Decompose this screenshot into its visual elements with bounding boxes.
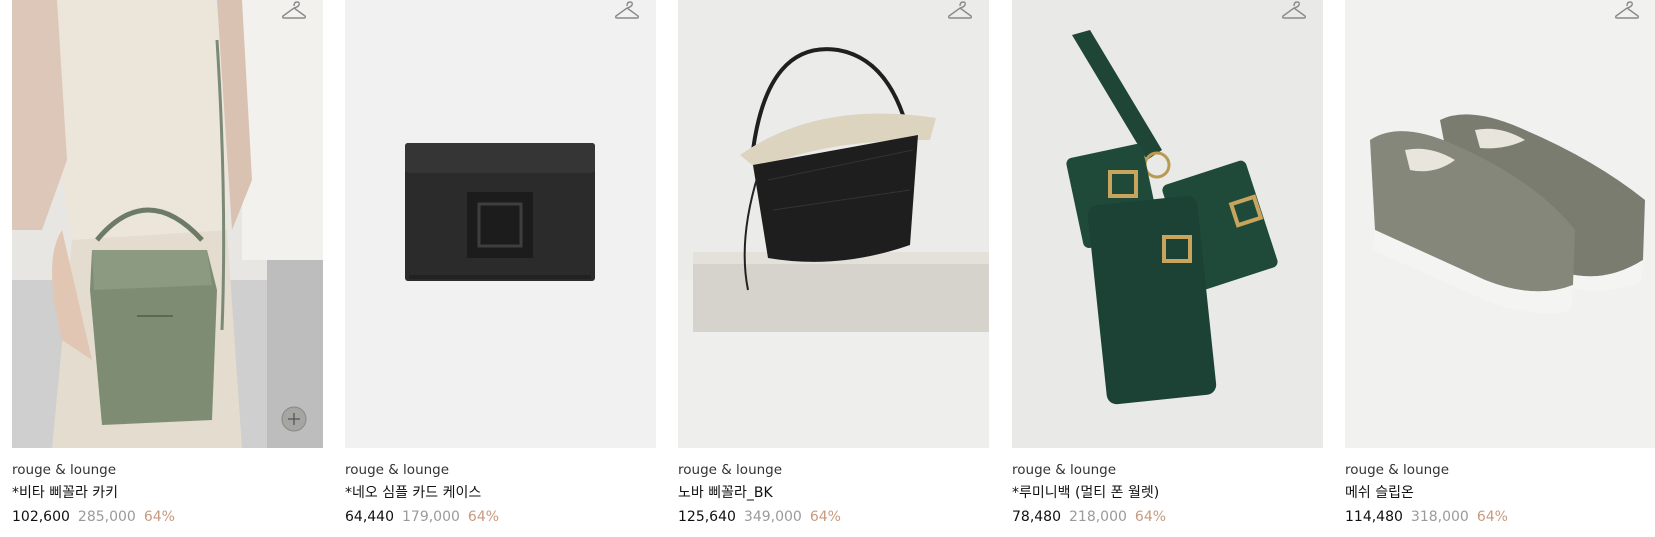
discount-rate: 64%	[467, 509, 500, 525]
sale-price: 64,440	[345, 509, 394, 525]
discount-rate: 64%	[143, 509, 175, 525]
price-row: 125,640 349,000 64%	[678, 507, 989, 528]
product-image[interactable]	[345, 0, 656, 448]
product-brand[interactable]: rouge & lounge	[1345, 460, 1655, 480]
hanger-icon[interactable]	[1614, 0, 1640, 22]
price-row: 78,480 218,000 64%	[1012, 507, 1323, 528]
price-row: 102,600 285,000 64%	[12, 507, 323, 528]
green-croc-multi-phone-wallet-image	[1012, 0, 1323, 448]
product-name[interactable]: 노바 삐꼴라_BK	[678, 483, 989, 504]
discount-rate: 64%	[809, 509, 841, 525]
discount-rate: 64%	[1134, 509, 1167, 525]
black-card-case-image	[345, 0, 656, 448]
price-row: 64,440 179,000 64%	[345, 507, 656, 528]
price-row: 114,480 318,000 64%	[1345, 507, 1655, 528]
hanger-icon[interactable]	[947, 0, 973, 22]
hanger-icon[interactable]	[614, 0, 640, 22]
sale-price: 78,480	[1012, 509, 1061, 525]
product-brand[interactable]: rouge & lounge	[12, 460, 323, 480]
original-price: 218,000	[1069, 509, 1127, 525]
hanger-icon[interactable]	[281, 0, 307, 22]
product-grid: rouge & lounge *비타 삐꼴라 카키 102,600 285,000…	[0, 0, 1655, 537]
sale-price: 102,600	[12, 509, 70, 525]
original-price: 318,000	[1410, 509, 1469, 525]
product-card[interactable]: rouge & lounge 메쉬 슬립온 114,480 318,000 64%	[1345, 0, 1655, 528]
khaki-woven-slip-on-shoes-image	[1345, 0, 1655, 448]
product-image[interactable]	[1345, 0, 1655, 448]
black-croc-bucket-bag-image	[678, 0, 989, 448]
hanger-icon[interactable]	[1281, 0, 1307, 22]
product-brand[interactable]: rouge & lounge	[345, 460, 656, 480]
sale-price: 125,640	[678, 509, 736, 525]
khaki-bucket-bag-image	[12, 0, 323, 448]
product-card[interactable]: rouge & lounge *네오 심플 카드 케이스 64,440 179,0…	[345, 0, 656, 528]
product-brand[interactable]: rouge & lounge	[678, 460, 989, 480]
product-card[interactable]: rouge & lounge 노바 삐꼴라_BK 125,640 349,000 6…	[678, 0, 989, 528]
product-image[interactable]	[12, 0, 323, 448]
plus-icon[interactable]	[281, 406, 307, 432]
product-name[interactable]: *비타 삐꼴라 카키	[12, 483, 323, 504]
product-name[interactable]: *루미니백 (멀티 폰 월렛)	[1012, 483, 1323, 504]
original-price: 349,000	[743, 509, 802, 525]
product-brand[interactable]: rouge & lounge	[1012, 460, 1323, 480]
product-name[interactable]: 메쉬 슬립온	[1345, 483, 1655, 504]
product-card[interactable]: rouge & lounge *비타 삐꼴라 카키 102,600 285,000…	[12, 0, 323, 528]
discount-rate: 64%	[1476, 509, 1508, 525]
original-price: 179,000	[402, 509, 460, 525]
product-card[interactable]: rouge & lounge *루미니백 (멀티 폰 월렛) 78,480 218…	[1012, 0, 1323, 528]
product-image[interactable]	[678, 0, 989, 448]
sale-price: 114,480	[1345, 509, 1403, 525]
product-name[interactable]: *네오 심플 카드 케이스	[345, 483, 656, 504]
product-image[interactable]	[1012, 0, 1323, 448]
original-price: 285,000	[77, 509, 136, 525]
